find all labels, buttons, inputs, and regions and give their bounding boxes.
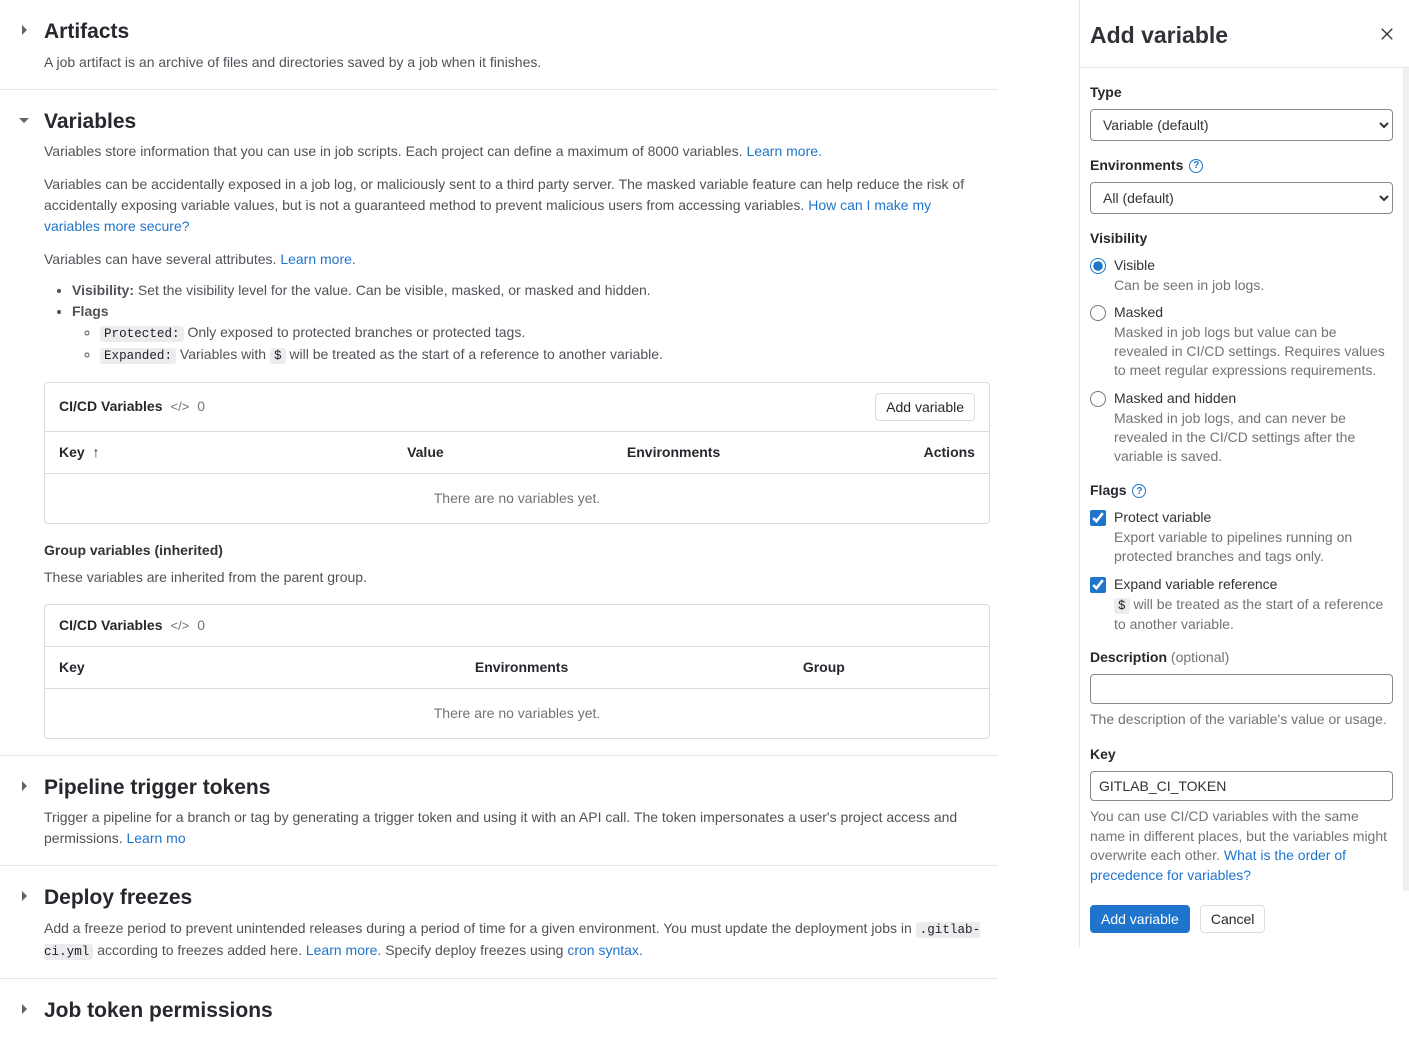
job-token-title[interactable]: Job token permissions: [44, 995, 273, 1027]
col-actions: Actions: [883, 442, 975, 463]
help-icon[interactable]: ?: [1189, 159, 1203, 173]
key-label: Key: [1090, 744, 1393, 765]
visibility-field: Visibility Visible Can be seen in job lo…: [1090, 228, 1393, 466]
add-variable-submit-button[interactable]: Add variable: [1090, 905, 1190, 933]
flags-label: Flags ?: [1090, 480, 1393, 501]
variables-bullet-list: Visibility: Set the visibility level for…: [44, 280, 990, 366]
cicd-variables-count: 0: [197, 396, 205, 417]
description-hint: The description of the variable's value …: [1090, 710, 1393, 730]
sort-asc-icon: ↑: [89, 444, 100, 460]
cancel-button[interactable]: Cancel: [1200, 905, 1266, 933]
pipeline-tokens-section: Pipeline trigger tokens Trigger a pipeli…: [0, 755, 998, 866]
col-key[interactable]: Key ↑: [59, 442, 407, 463]
check-protect-input[interactable]: [1090, 510, 1106, 526]
chevron-right-icon[interactable]: [16, 888, 32, 904]
description-field: Description (optional) The description o…: [1090, 647, 1393, 730]
key-input[interactable]: [1090, 771, 1393, 801]
variables-warning: Variables can be accidentally exposed in…: [44, 174, 990, 237]
description-label: Description (optional): [1090, 647, 1393, 668]
col-value[interactable]: Value: [407, 442, 627, 463]
deploy-freezes-section: Deploy freezes Add a freeze period to pr…: [0, 865, 998, 977]
type-field: Type Variable (default): [1090, 82, 1393, 141]
chevron-right-icon[interactable]: [16, 778, 32, 794]
group-variables-empty-state: There are no variables yet.: [45, 689, 989, 738]
check-protect[interactable]: Protect variable Export variable to pipe…: [1090, 507, 1393, 566]
variables-intro: Variables store information that you can…: [44, 141, 990, 162]
radio-masked-input[interactable]: [1090, 305, 1106, 321]
artifacts-desc: A job artifact is an archive of files an…: [44, 52, 541, 73]
radio-visible[interactable]: Visible Can be seen in job logs.: [1090, 255, 1393, 295]
col-key[interactable]: Key: [59, 657, 370, 678]
group-variables-count: 0: [197, 615, 205, 636]
drawer-title: Add variable: [1090, 18, 1375, 53]
flags-field: Flags ? Protect variable Export variable…: [1090, 480, 1393, 634]
variables-learn-more-link[interactable]: Learn more.: [746, 143, 821, 159]
check-expand[interactable]: Expand variable reference $ will be trea…: [1090, 574, 1393, 634]
code-icon: </>: [171, 397, 190, 417]
type-select[interactable]: Variable (default): [1090, 109, 1393, 141]
pipeline-tokens-title[interactable]: Pipeline trigger tokens: [44, 772, 990, 804]
description-input[interactable]: [1090, 674, 1393, 704]
radio-masked[interactable]: Masked Masked in job logs but value can …: [1090, 302, 1393, 380]
pipeline-tokens-learn-more-link[interactable]: Learn mo: [126, 830, 185, 846]
group-variables-title: CI/CD Variables: [59, 615, 163, 636]
chevron-right-icon[interactable]: [16, 1001, 32, 1017]
col-group[interactable]: Group: [673, 657, 975, 678]
radio-masked-hidden[interactable]: Masked and hidden Masked in job logs, an…: [1090, 388, 1393, 466]
environments-label: Environments ?: [1090, 155, 1393, 176]
chevron-right-icon[interactable]: [16, 22, 32, 38]
cicd-variables-card: CI/CD Variables </> 0 Add variable Key ↑…: [44, 382, 990, 524]
col-env[interactable]: Environments: [627, 442, 883, 463]
help-icon[interactable]: ?: [1132, 484, 1146, 498]
visibility-label: Visibility: [1090, 228, 1393, 249]
col-env[interactable]: Environments: [370, 657, 672, 678]
deploy-freezes-learn-more-link[interactable]: Learn more.: [306, 942, 381, 958]
add-variable-button-table[interactable]: Add variable: [875, 393, 975, 421]
add-variable-drawer: Add variable Type Variable (default) Env…: [1079, 0, 1409, 947]
chevron-down-icon[interactable]: [16, 112, 32, 128]
type-label: Type: [1090, 82, 1393, 103]
pipeline-tokens-desc: Trigger a pipeline for a branch or tag b…: [44, 807, 990, 849]
radio-masked-hidden-input[interactable]: [1090, 391, 1106, 407]
code-icon: </>: [171, 616, 190, 636]
group-variables-desc: These variables are inherited from the p…: [44, 567, 990, 588]
variables-section: Variables Variables store information th…: [0, 89, 998, 755]
cicd-variables-title: CI/CD Variables: [59, 396, 163, 417]
variables-title[interactable]: Variables: [44, 106, 990, 138]
cron-syntax-link[interactable]: cron syntax.: [567, 942, 642, 958]
group-variables-heading: Group variables (inherited): [44, 540, 990, 561]
variables-attr-learn-more-link[interactable]: Learn more.: [280, 251, 355, 267]
environments-field: Environments ? All (default): [1090, 155, 1393, 214]
key-field: Key You can use CI/CD variables with the…: [1090, 744, 1393, 885]
job-token-section: Job token permissions: [0, 978, 998, 1039]
artifacts-title[interactable]: Artifacts: [44, 16, 541, 48]
table-header-row: Key ↑ Value Environments Actions: [45, 432, 989, 474]
artifacts-section: Artifacts A job artifact is an archive o…: [0, 0, 998, 89]
deploy-freezes-title[interactable]: Deploy freezes: [44, 882, 990, 914]
variables-attributes: Variables can have several attributes. L…: [44, 249, 990, 270]
group-table-header-row: Key Environments Group: [45, 647, 989, 689]
check-expand-input[interactable]: [1090, 577, 1106, 593]
key-hint: You can use CI/CD variables with the sam…: [1090, 807, 1393, 885]
radio-visible-input[interactable]: [1090, 258, 1106, 274]
group-variables-card: CI/CD Variables </> 0 Key Environments G…: [44, 604, 990, 739]
environments-select[interactable]: All (default): [1090, 182, 1393, 214]
deploy-freezes-desc: Add a freeze period to prevent unintende…: [44, 918, 990, 962]
close-drawer-button[interactable]: [1375, 23, 1399, 47]
variables-empty-state: There are no variables yet.: [45, 474, 989, 523]
